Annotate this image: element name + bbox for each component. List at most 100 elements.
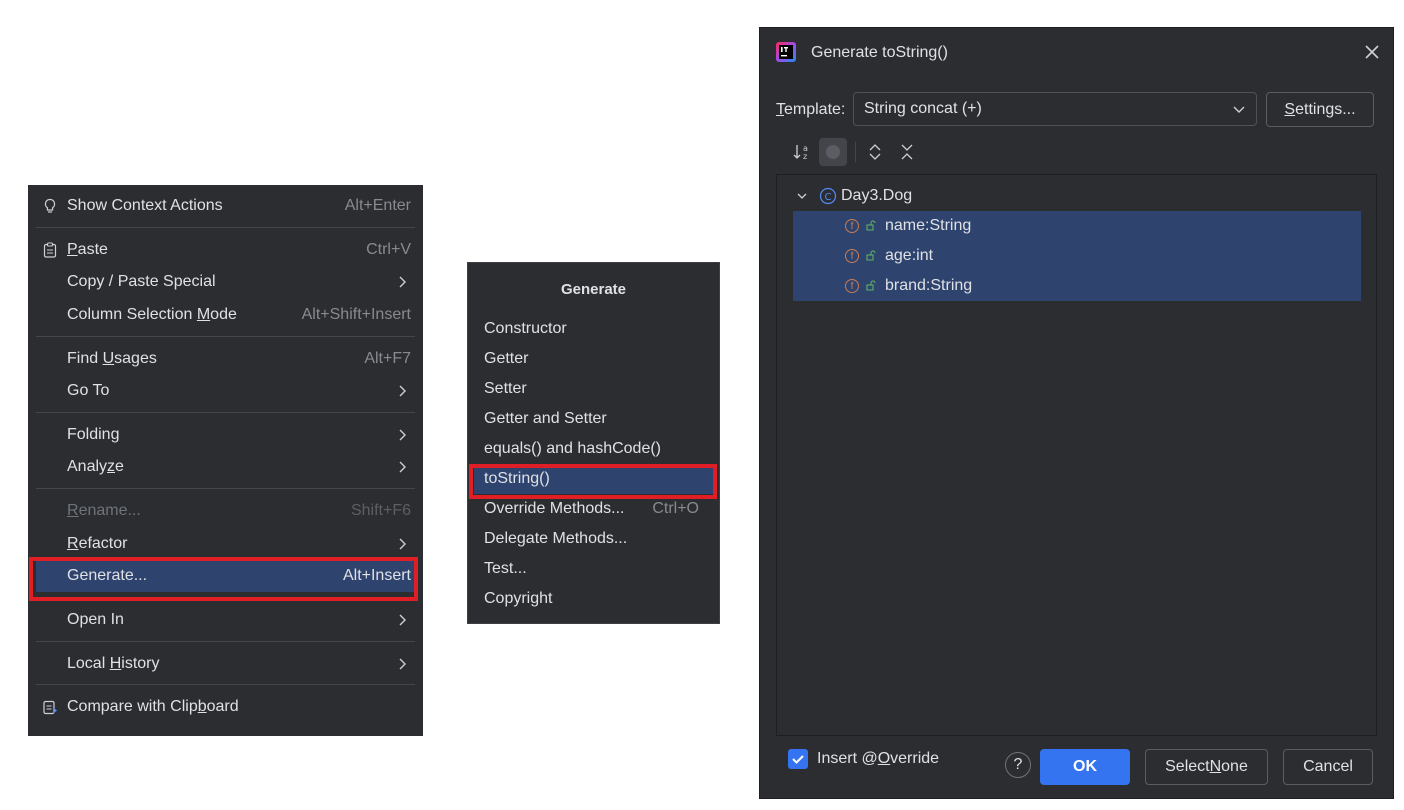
check-icon	[792, 755, 804, 764]
cancel-button[interactable]: Cancel	[1283, 749, 1373, 785]
chevron-right-icon	[399, 276, 406, 288]
help-button[interactable]: ?	[1005, 752, 1031, 778]
tree-field-row[interactable]: f brand:String	[793, 271, 1361, 301]
menu-separator	[36, 597, 415, 598]
menu-item-label: Go To	[67, 382, 110, 399]
generate-item-setter[interactable]: Setter	[474, 374, 713, 404]
expand-all-icon	[869, 144, 881, 160]
chevron-down-icon	[797, 193, 807, 199]
svg-text:z: z	[803, 152, 807, 161]
popup-title: Generate	[560, 281, 627, 298]
menu-item-column-selection-mode[interactable]: Column Selection Mode Alt+Shift+Insert	[36, 299, 415, 331]
generate-item-delegate-methods[interactable]: Delegate Methods...	[474, 524, 713, 554]
svg-text:C: C	[825, 192, 832, 203]
menu-item-label: Local History	[67, 655, 160, 672]
menu-item-generate[interactable]: Generate... Alt+Insert	[36, 560, 415, 592]
generate-item-label: Constructor	[484, 320, 567, 337]
ok-button[interactable]: OK	[1040, 749, 1130, 785]
generate-item-equals-hashcode[interactable]: equals() and hashCode()	[474, 434, 713, 464]
unlock-icon	[866, 280, 876, 291]
menu-item-label: Open In	[67, 611, 124, 628]
menu-separator	[36, 412, 415, 413]
tree-field-row[interactable]: f name:String	[793, 211, 1361, 241]
generate-item-label: Setter	[484, 380, 527, 397]
template-select-value: String concat (+)	[864, 100, 982, 117]
menu-separator	[36, 227, 415, 228]
sort-alpha-icon: az	[793, 144, 808, 161]
menu-item-go-to[interactable]: Go To	[36, 375, 415, 407]
tree-field-row[interactable]: f age:int	[793, 241, 1361, 271]
collapse-all-button[interactable]	[893, 138, 921, 166]
menu-item-label: Analyze	[67, 458, 124, 475]
select-none-button[interactable]: Select None	[1145, 749, 1268, 785]
class-icon: C	[819, 187, 837, 205]
menu-item-compare-with-clipboard[interactable]: Compare with Clipboard	[36, 691, 415, 723]
menu-item-find-usages[interactable]: Find Usages Alt+F7	[36, 343, 415, 375]
insert-override-label: Insert @Override	[817, 750, 940, 767]
field-label: name:String	[885, 217, 972, 234]
menu-item-shortcut: Alt+Enter	[344, 197, 411, 214]
generate-item-label: toString()	[484, 470, 550, 487]
menu-item-label: Folding	[67, 426, 120, 443]
clipboard-icon	[43, 242, 57, 258]
generate-item-test[interactable]: Test...	[474, 554, 713, 584]
generate-item-getter[interactable]: Getter	[474, 344, 713, 374]
members-tree[interactable]: C Day3.Dog f name:String f age:int f bra…	[776, 174, 1377, 736]
generate-item-copyright[interactable]: Copyright	[474, 584, 713, 614]
menu-item-open-in[interactable]: Open In	[36, 604, 415, 636]
generate-item-label: Test...	[484, 560, 527, 577]
generate-item-label: Delegate Methods...	[484, 530, 628, 547]
menu-item-shortcut: Ctrl+V	[366, 241, 411, 258]
menu-item-copy-paste-special[interactable]: Copy / Paste Special	[36, 266, 415, 298]
field-icon: f	[845, 219, 859, 233]
menu-item-label: Show Context Actions	[67, 197, 223, 214]
class-name: Day3.Dog	[841, 187, 913, 204]
menu-item-shortcut: Shift+F6	[350, 502, 411, 519]
generate-item-label: Copyright	[484, 590, 553, 607]
chevron-right-icon	[399, 658, 406, 670]
show-inherited-toggle[interactable]	[819, 138, 847, 166]
help-icon: ?	[1013, 756, 1023, 773]
menu-item-refactor[interactable]: Refactor	[36, 528, 415, 560]
chevron-right-icon	[399, 385, 406, 397]
context-menu: Show Context Actions Alt+Enter Paste Ctr…	[28, 185, 423, 736]
expand-all-button[interactable]	[861, 138, 889, 166]
chevron-right-icon	[399, 538, 406, 550]
field-icon: f	[845, 279, 859, 293]
menu-item-label: Rename...	[67, 502, 141, 519]
circle-icon	[826, 145, 840, 159]
template-select[interactable]: String concat (+)	[853, 92, 1257, 126]
menu-item-label: Paste	[67, 241, 108, 258]
lightbulb-icon	[44, 198, 56, 213]
generate-item-tostring[interactable]: toString()	[474, 464, 713, 494]
generate-item-getter-and-setter[interactable]: Getter and Setter	[474, 404, 713, 434]
menu-item-label: Compare with Clipboard	[67, 698, 239, 715]
generate-tostring-dialog: Generate toString() Template: String con…	[760, 28, 1393, 798]
chevron-right-icon	[399, 429, 406, 441]
sort-alphabetically-button[interactable]: az	[788, 138, 816, 166]
close-icon[interactable]	[1362, 42, 1382, 62]
menu-item-local-history[interactable]: Local History	[36, 648, 415, 680]
generate-popup: Generate Constructor Getter Setter Gette…	[468, 263, 719, 623]
generate-item-constructor[interactable]: Constructor	[474, 314, 713, 344]
menu-item-shortcut: Alt+F7	[364, 350, 411, 367]
menu-separator	[36, 488, 415, 489]
compare-clipboard-icon	[43, 700, 58, 715]
menu-item-show-context-actions[interactable]: Show Context Actions Alt+Enter	[36, 190, 415, 222]
menu-item-analyze[interactable]: Analyze	[36, 451, 415, 483]
insert-override-checkbox[interactable]	[788, 749, 808, 769]
settings-button[interactable]: Settings...	[1266, 92, 1374, 127]
menu-item-shortcut: Alt+Insert	[342, 567, 411, 584]
tree-class-node[interactable]: C Day3.Dog	[793, 181, 1361, 211]
intellij-logo-icon	[776, 42, 796, 62]
field-label: age:int	[885, 247, 934, 264]
dialog-title: Generate toString()	[811, 44, 948, 61]
menu-item-paste[interactable]: Paste Ctrl+V	[36, 234, 415, 266]
generate-item-override-methods[interactable]: Override Methods... Ctrl+O	[474, 494, 713, 524]
chevron-right-icon	[399, 461, 406, 473]
menu-item-rename: Rename... Shift+F6	[36, 495, 415, 527]
toolbar-divider	[855, 142, 856, 162]
field-icon: f	[845, 249, 859, 263]
generate-item-label: equals() and hashCode()	[484, 440, 661, 457]
menu-item-folding[interactable]: Folding	[36, 419, 415, 451]
